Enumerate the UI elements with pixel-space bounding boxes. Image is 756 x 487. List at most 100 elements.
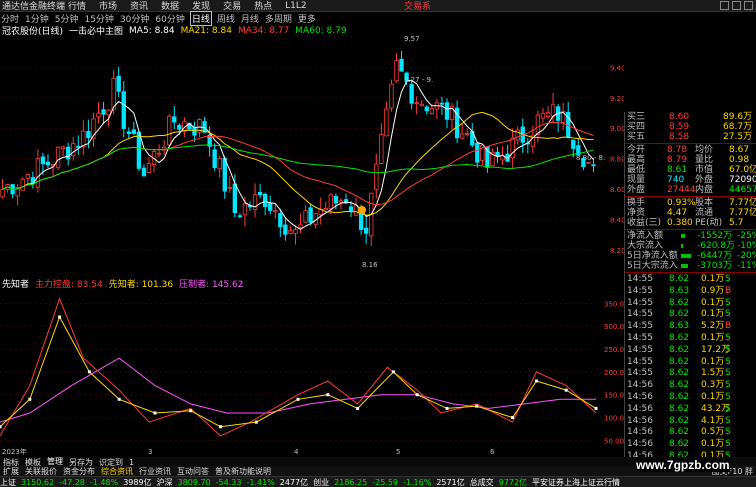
stat-value: 27444: [667, 185, 696, 195]
fund-row: 换手 0.93% 股本 7.77亿: [625, 198, 756, 208]
tick-time: 14:55: [627, 344, 653, 355]
index-amount: 3989亿: [123, 477, 152, 487]
candle-body: [35, 158, 41, 188]
index-change: -47.28: [59, 477, 85, 487]
candle-body: [394, 60, 399, 82]
stat-label: 外盘: [627, 185, 646, 195]
bid-volume: 89.6万: [723, 112, 753, 122]
flow-value: -3703万: [697, 261, 733, 271]
menu-item-quotes[interactable]: 行情: [68, 0, 86, 12]
indicator-tick: 150.0: [604, 392, 624, 400]
candle-body: [268, 202, 273, 211]
trade-system-button[interactable]: 交易系: [404, 0, 431, 12]
divider: [625, 196, 756, 197]
prophet-dot: [445, 406, 449, 410]
bid-row: 买五 8.58 27.5万: [625, 132, 756, 142]
menu-item-data[interactable]: 数据: [161, 0, 179, 12]
tick-row: 14:55 8.62 0.1万 S: [625, 274, 756, 284]
candle-body: [141, 167, 147, 177]
tick-row: 14:55 8.63 0.9万 B: [625, 286, 756, 296]
stat-label: 最高: [627, 155, 646, 165]
quote-panel: 买三 8.60 89.6万 买四 8.59 68.7万 买五 8.58 27.5万 今开 8.78 均…: [624, 112, 756, 464]
tick-time: 14:55: [627, 333, 653, 343]
tick-price: 8.62: [669, 368, 690, 379]
candle-body: [571, 139, 576, 149]
flow-pct: -10%: [737, 241, 756, 251]
menu-item-l1l2[interactable]: L1L2: [285, 1, 306, 11]
tick-side: S: [725, 380, 731, 391]
app-logo: 通达信金融终端: [2, 2, 66, 12]
link-item[interactable]: 综合资讯: [101, 466, 133, 477]
menu-item-hot[interactable]: 热点: [254, 0, 272, 12]
time-axis: 2023年 3 4 5 6: [2, 447, 495, 456]
price-tick: 8.60: [610, 186, 624, 194]
close-icon[interactable]: [744, 1, 753, 10]
link-item[interactable]: 扩展: [3, 466, 19, 477]
stat-label: 外盘: [695, 175, 714, 185]
tick-row: 14:55 8.62 17.2万 S: [625, 345, 756, 355]
candle-body: [263, 193, 268, 207]
maximize-icon[interactable]: [732, 1, 741, 10]
main-chart[interactable]: 9.579.27 - 9.8.168.80 - 8.: [0, 30, 624, 275]
tick-row: 14:55 8.62 0.1万 S: [625, 357, 756, 367]
index-amount: 2571亿: [436, 477, 465, 487]
tick-row: 14:56 8.62 0.1万 S: [625, 439, 756, 449]
link-item[interactable]: 普及新功能说明: [215, 466, 271, 477]
minimize-icon[interactable]: [720, 1, 729, 10]
high-price-label: 9.57: [404, 35, 420, 43]
tick-volume: 0.1万: [701, 439, 725, 450]
link-item[interactable]: 资金分布: [63, 466, 95, 477]
flow-value: -620.8万: [697, 241, 736, 251]
candle-body: [439, 102, 445, 105]
candle-body: [540, 112, 546, 119]
tick-volume: 0.1万: [701, 356, 725, 367]
tick-row: 14:55 8.63 5.2万 B: [625, 321, 756, 331]
flow-label: 净流入额: [627, 231, 664, 241]
link-item[interactable]: 互动问答: [177, 466, 209, 477]
flow-row: 大宗流入 -620.8万-10%: [625, 241, 756, 251]
prophet-dot: [28, 397, 32, 401]
candle-body: [323, 208, 328, 210]
candle-body: [71, 143, 76, 157]
indicator-chart[interactable]: 350.0 300.0 250.0 200.0 150.0 100.0 50.00: [0, 285, 624, 445]
bid-price: 8.59: [669, 122, 690, 132]
tick-price: 8.62: [669, 333, 690, 343]
candle-body: [0, 188, 5, 198]
candle-body: [192, 126, 197, 136]
tick-row: 14:56 8.62 4.1万 S: [625, 416, 756, 426]
tick-side: S: [725, 403, 731, 414]
candle-body: [45, 161, 51, 166]
link-item[interactable]: 行业资讯: [139, 466, 171, 477]
candle-body: [273, 210, 278, 213]
tick-price: 8.62: [669, 403, 690, 414]
candle-body: [414, 102, 419, 105]
tick-volume: 0.3万: [701, 380, 725, 391]
tick-side: B: [725, 321, 732, 332]
menu-item-market[interactable]: 市场: [99, 0, 117, 12]
stat-row: 现量 740 外盘 72090: [625, 175, 756, 185]
prophet-dot: [87, 370, 91, 374]
tick-side: S: [725, 344, 731, 355]
candle-body: [96, 112, 101, 118]
divider: [625, 272, 756, 273]
candle-body: [156, 152, 162, 155]
stat-value: 44657: [729, 185, 756, 195]
menu-item-news[interactable]: 资讯: [130, 0, 148, 12]
menu-item-trade[interactable]: 交易: [223, 0, 241, 12]
tick-side: S: [725, 333, 731, 343]
candle-body: [106, 109, 111, 116]
tick-volume: 0.1万: [701, 333, 725, 343]
flow-pct: -20%: [737, 251, 756, 261]
index-amount: 2477亿: [279, 477, 309, 487]
flow-row: 净流入额 -1552万 -25%: [625, 231, 756, 241]
prophet-dot: [511, 416, 515, 420]
link-item[interactable]: 关联报价: [25, 466, 57, 477]
price-axis: 9.40 9.20 9.00 8.80 8.60 8.40 8.20: [610, 64, 624, 254]
candle-body: [475, 142, 480, 163]
prophet-dot: [117, 397, 121, 401]
flow-value: -1552万: [697, 231, 733, 241]
tick-price: 8.62: [669, 356, 690, 367]
signal-marker-icon: [358, 206, 366, 214]
mid-price-label: 9.27 - 9.: [404, 76, 433, 84]
tick-volume: 0.1万: [701, 297, 725, 308]
